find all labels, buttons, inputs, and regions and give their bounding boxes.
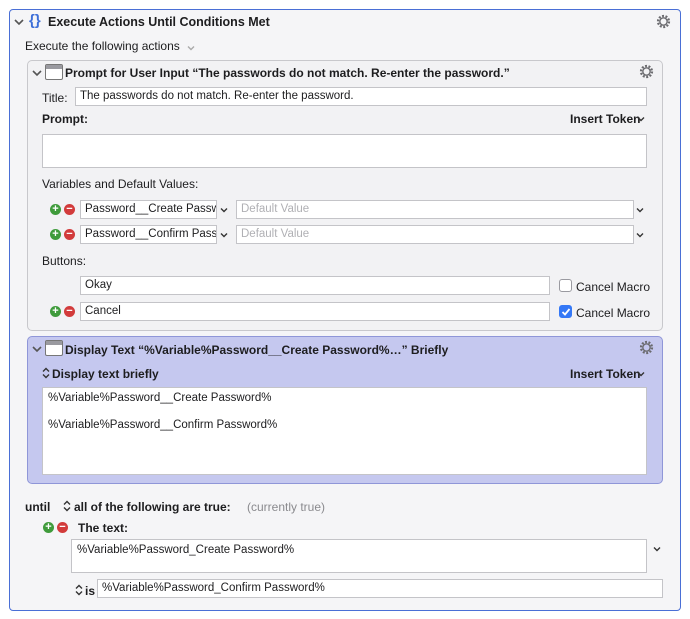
text-line: %Variable%Password__Confirm Password% [48,419,278,431]
display-text-textarea[interactable]: %Variable%Password__Create Password% %Va… [42,387,647,475]
buttons-label: Buttons: [42,254,87,268]
prompt-label: Prompt: [42,112,88,126]
chevron-down-icon [637,117,645,122]
outer-title: Execute Actions Until Conditions Met [48,15,270,29]
condition-mode-popup[interactable]: all of the following are true: [74,500,231,514]
chevron-down-icon[interactable] [634,204,646,216]
button-label-field[interactable]: Okay [80,276,550,295]
add-condition-icon[interactable]: + [43,522,54,533]
braces-icon: {} [29,12,41,29]
add-variable-icon[interactable]: + [50,204,61,215]
button-label-field[interactable]: Cancel [80,302,550,321]
cancel-macro-checkbox[interactable] [559,305,572,318]
insert-token-button[interactable]: Insert Token [570,367,640,381]
execute-following-label: Execute the following actions [25,39,180,53]
condition-type-label: The text: [78,521,129,535]
operator-popup[interactable]: is [85,584,95,598]
variable-name-field[interactable]: Password__Confirm Pass [80,225,217,244]
text-line: %Variable%Password__Create Password% [48,392,272,404]
prompt-textarea[interactable] [42,134,647,168]
cancel-macro-label: Cancel Macro [576,280,651,294]
prompt-action-title: Prompt for User Input “The passwords do … [65,66,510,80]
display-mode-popup[interactable]: Display text briefly [52,367,159,381]
collapse-chevron-icon[interactable] [31,67,43,79]
remove-condition-icon[interactable]: − [57,522,68,533]
add-variable-icon[interactable]: + [50,229,61,240]
updown-chevron-icon[interactable] [61,500,73,512]
add-button-icon[interactable]: + [50,306,61,317]
default-value-field[interactable]: Default Value [236,200,634,219]
until-label: until [25,500,51,514]
condition-text-field[interactable]: %Variable%Password_Create Password% [71,539,647,573]
chevron-down-icon[interactable] [218,204,230,216]
cancel-macro-label: Cancel Macro [576,306,651,320]
remove-variable-icon[interactable]: − [64,204,75,215]
updown-chevron-icon[interactable] [73,584,85,596]
window-icon [45,340,63,356]
collapse-chevron-icon[interactable] [13,16,25,28]
chevron-down-icon [637,372,645,377]
insert-token-button[interactable]: Insert Token [570,112,640,126]
display-action-title: Display Text “%Variable%Password__Create… [65,343,449,357]
default-value-field[interactable]: Default Value [236,225,634,244]
updown-chevron-icon[interactable] [40,367,52,379]
gear-icon[interactable] [655,13,672,30]
title-label: Title: [42,91,68,105]
condition-text-value: %Variable%Password_Create Password% [77,544,295,556]
chevron-down-icon[interactable] [634,229,646,241]
chevron-down-icon[interactable] [218,229,230,241]
compare-value-field[interactable]: %Variable%Password_Confirm Password% [97,579,663,598]
cancel-macro-checkbox[interactable] [559,279,572,292]
execute-dropdown-chevron-icon[interactable] [185,42,197,54]
window-icon [45,64,63,80]
title-field[interactable]: The passwords do not match. Re-enter the… [75,87,647,106]
remove-variable-icon[interactable]: − [64,229,75,240]
checkmark-icon [561,308,571,316]
condition-status: (currently true) [247,500,326,514]
variables-label: Variables and Default Values: [42,177,199,191]
remove-button-icon[interactable]: − [64,306,75,317]
collapse-chevron-icon[interactable] [31,343,43,355]
chevron-down-icon[interactable] [651,543,663,555]
gear-icon[interactable] [638,339,655,356]
variable-name-field[interactable]: Password__Create Passw [80,200,217,219]
gear-icon[interactable] [638,63,655,80]
